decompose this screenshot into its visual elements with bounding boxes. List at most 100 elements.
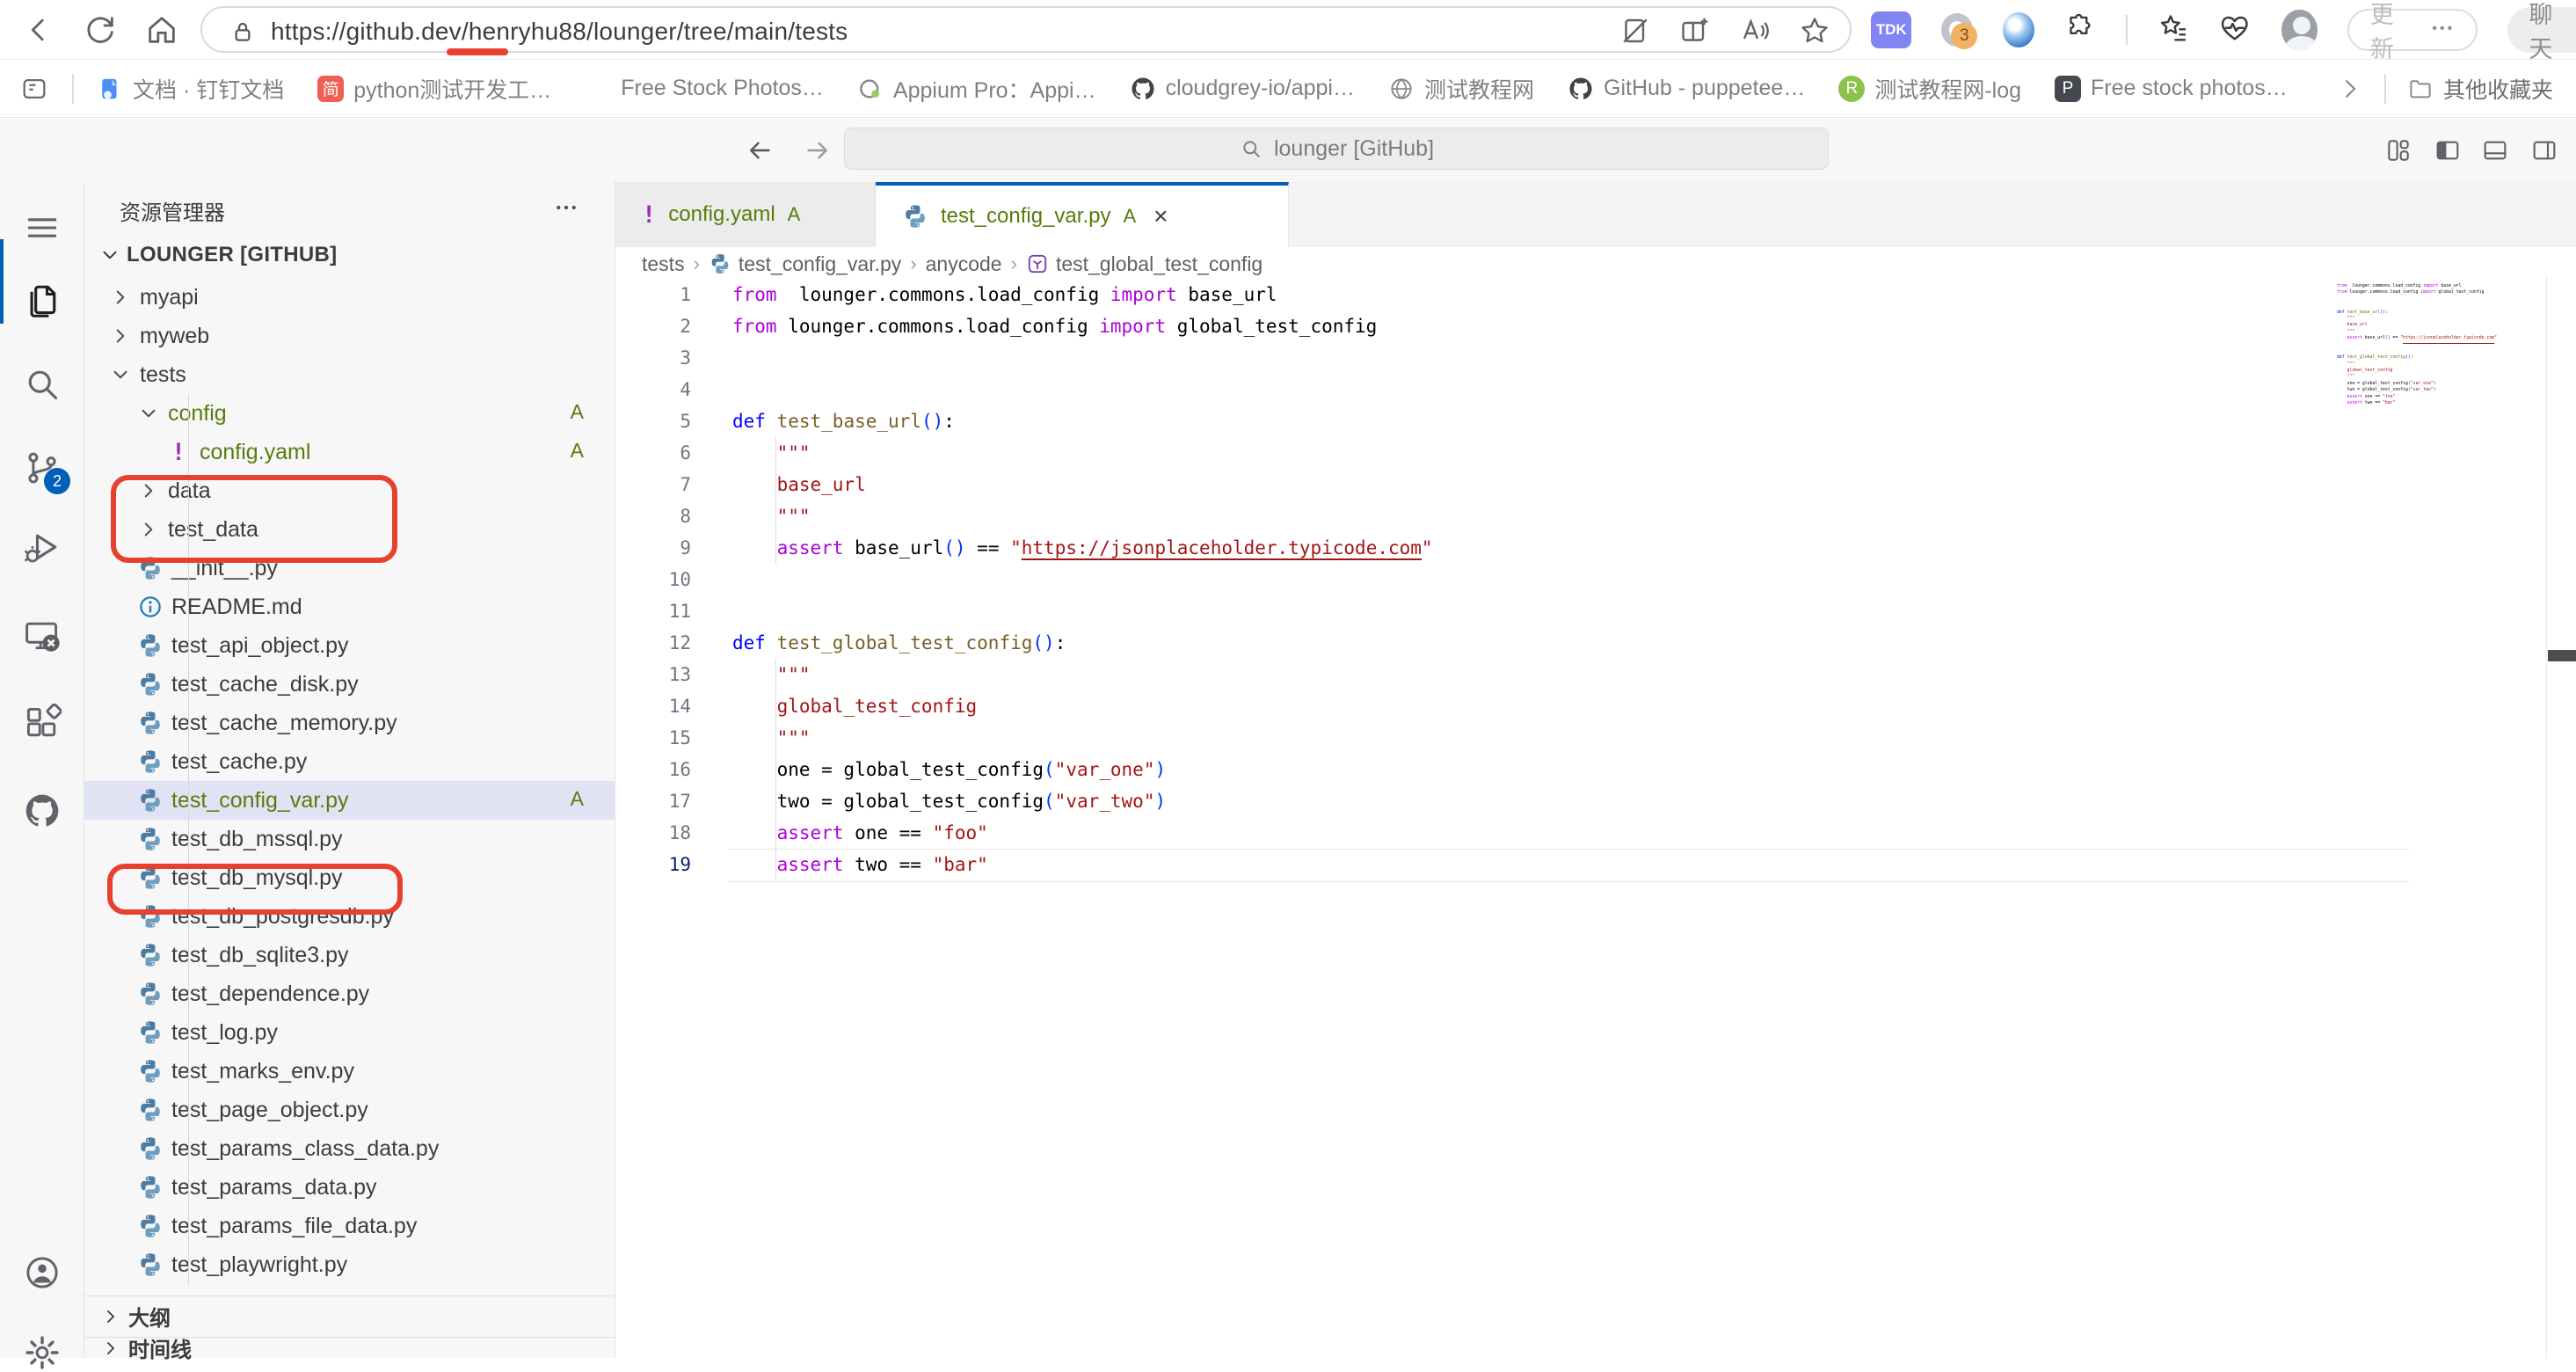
tree-item-test_cache_memory.py[interactable]: test_cache_memory.py <box>84 704 615 742</box>
profile-avatar[interactable] <box>2281 10 2318 50</box>
copilot-chat-button[interactable]: 聊天 <box>2507 7 2576 53</box>
tree-item-config.yaml[interactable]: !config.yamlA <box>84 433 615 471</box>
chevron-right-icon <box>100 1306 121 1327</box>
tree-item-test_marks_env.py[interactable]: test_marks_env.py <box>84 1052 615 1091</box>
tree-item-__init__.py[interactable]: __init__.py <box>84 549 615 587</box>
customize-layout-icon[interactable] <box>2384 136 2412 164</box>
sidebar-toggle-icon[interactable] <box>19 74 49 104</box>
activitybar-remote-icon[interactable] <box>23 616 62 654</box>
activitybar-menu-icon[interactable] <box>23 208 62 247</box>
activitybar-account-icon[interactable] <box>23 1253 62 1292</box>
workspace-root-row[interactable]: LOUNGER [GITHUB] <box>84 234 615 276</box>
code-line: from lounger.commons.load_config import … <box>2337 289 2497 296</box>
home-icon[interactable] <box>144 12 179 47</box>
activity-bar: 2 <box>0 182 84 1358</box>
other-favorites-folder[interactable]: 其他收藏夹 <box>2407 73 2553 105</box>
bookmark-item[interactable]: cloudgrey-io/appi… <box>1130 76 1355 102</box>
tree-item-config[interactable]: configA <box>84 394 615 433</box>
extensions-puzzle-icon[interactable] <box>2064 12 2096 47</box>
tree-item-test_db_postgresdb.py[interactable]: test_db_postgresdb.py <box>84 897 615 936</box>
command-center-search[interactable]: lounger [GitHub] <box>844 128 1829 170</box>
bookmark-item[interactable]: Appium Pro：Appi… <box>857 73 1096 105</box>
tree-item-test_db_mssql.py[interactable]: test_db_mssql.py <box>84 820 615 858</box>
tdk-extension-icon[interactable]: TDK <box>1871 11 1911 48</box>
lock-icon <box>229 18 257 47</box>
update-button[interactable]: 更新 <box>2347 9 2478 51</box>
tree-item-test_api_object.py[interactable]: test_api_object.py <box>84 626 615 665</box>
bookmark-item[interactable]: R测试教程网-log <box>1838 73 2021 105</box>
toggle-secondary-sidebar-icon[interactable] <box>2530 136 2558 164</box>
read-aloud-icon[interactable] <box>1739 15 1771 47</box>
tree-item-data[interactable]: data <box>84 471 615 510</box>
collections-star-icon[interactable] <box>2158 12 2189 47</box>
scrollbar-marker[interactable] <box>2548 650 2576 661</box>
tree-item-test_db_sqlite3.py[interactable]: test_db_sqlite3.py <box>84 936 615 974</box>
favorite-star-icon[interactable] <box>1799 15 1830 47</box>
activitybar-search-icon[interactable] <box>23 365 62 404</box>
more-options-icon[interactable] <box>2429 15 2456 45</box>
bookmark-item[interactable]: Free Stock Photos… <box>585 76 824 102</box>
tree-item-test_params_data.py[interactable]: test_params_data.py <box>84 1168 615 1207</box>
editor-forward-icon[interactable] <box>802 135 833 166</box>
other-favorites-label: 其他收藏夹 <box>2443 73 2553 105</box>
bookmark-item[interactable]: 文档 · 钉钉文档 <box>97 73 284 105</box>
url-text[interactable]: https://github.dev/henryhu88/lounger/tre… <box>271 18 848 46</box>
toggle-sidebar-icon[interactable] <box>2434 136 2462 164</box>
breadcrumb-item[interactable]: test_config_var.py <box>709 252 901 276</box>
breadcrumb-item[interactable]: test_global_test_config <box>1026 252 1263 276</box>
tree-item-test_data[interactable]: test_data <box>84 510 615 549</box>
activitybar-debug-icon[interactable] <box>23 528 62 566</box>
code-text: assert base_url() == "https://jsonplaceh… <box>732 532 1433 564</box>
tree-item-test_config_var.py[interactable]: test_config_var.pyA <box>84 781 615 820</box>
split-screen-icon[interactable] <box>1679 15 1711 47</box>
tree-item-test_params_class_data.py[interactable]: test_params_class_data.py <box>84 1129 615 1168</box>
bookmark-item[interactable]: 测试教程网 <box>1388 73 1534 105</box>
code-text: """ <box>732 500 811 532</box>
breadcrumb-item[interactable]: tests <box>642 252 685 276</box>
timeline-section[interactable]: 时间线 <box>84 1337 615 1358</box>
bookmark-item[interactable]: 简python测试开发工… <box>317 73 551 105</box>
tree-item-test_params_file_data.py[interactable]: test_params_file_data.py <box>84 1207 615 1245</box>
tree-item-label: test_marks_env.py <box>171 1059 354 1084</box>
extension-badge-icon[interactable]: 3 <box>1941 13 1973 47</box>
tree-item-test_cache.py[interactable]: test_cache.py <box>84 742 615 781</box>
activitybar-files-icon[interactable] <box>23 280 62 318</box>
address-bar[interactable]: https://github.dev/henryhu88/lounger/tre… <box>200 6 1852 53</box>
blue-extension-icon[interactable] <box>2003 12 2034 47</box>
tree-item-label: test_params_data.py <box>171 1175 376 1200</box>
bookmarks-overflow-icon[interactable] <box>2337 76 2363 102</box>
activitybar-github-icon[interactable] <box>23 792 62 830</box>
activitybar-scm-icon[interactable]: 2 <box>23 449 62 487</box>
refresh-icon[interactable] <box>83 12 118 47</box>
toggle-panel-icon[interactable] <box>2481 136 2509 164</box>
outline-section[interactable]: 大纲 <box>84 1295 615 1336</box>
explorer-actions-icon[interactable] <box>553 194 579 221</box>
code-line: 6 """ <box>615 437 2576 469</box>
tree-item-tests[interactable]: tests <box>84 355 615 394</box>
chevron-right-icon <box>137 518 160 541</box>
tree-item-test_log.py[interactable]: test_log.py <box>84 1013 615 1052</box>
line-number: 6 <box>615 437 691 469</box>
breadcrumb-item[interactable]: anycode <box>926 252 1002 276</box>
tree-item-test_dependence.py[interactable]: test_dependence.py <box>84 974 615 1013</box>
tree-item-myweb[interactable]: myweb <box>84 317 615 355</box>
bookmark-item[interactable]: PFree stock photos… <box>2055 76 2288 102</box>
tree-item-README.md[interactable]: README.md <box>84 587 615 626</box>
back-icon[interactable] <box>21 12 56 47</box>
tree-item-test_cache_disk.py[interactable]: test_cache_disk.py <box>84 665 615 704</box>
activitybar-gear-icon[interactable] <box>23 1333 62 1372</box>
activitybar-extensions-icon[interactable] <box>23 704 62 742</box>
tab-config.yaml[interactable]: !config.yamlA <box>615 182 876 247</box>
tab-test_config_var.py[interactable]: test_config_var.pyA× <box>876 182 1289 247</box>
close-icon[interactable]: × <box>1153 202 1168 230</box>
tree-item-test_page_object.py[interactable]: test_page_object.py <box>84 1091 615 1129</box>
minimap[interactable]: from lounger.commons.load_config import … <box>2337 283 2497 406</box>
web-capture-icon[interactable] <box>1619 15 1651 47</box>
code-area[interactable]: 1from lounger.commons.load_config import… <box>615 279 2576 880</box>
tree-item-myapi[interactable]: myapi <box>84 278 615 317</box>
browser-essentials-icon[interactable] <box>2218 11 2252 48</box>
tree-item-test_db_mysql.py[interactable]: test_db_mysql.py <box>84 858 615 897</box>
bookmark-item[interactable]: GitHub - puppetee… <box>1568 76 1805 102</box>
editor-back-icon[interactable] <box>744 135 775 166</box>
tree-item-test_playwright.py[interactable]: test_playwright.py <box>84 1245 615 1284</box>
